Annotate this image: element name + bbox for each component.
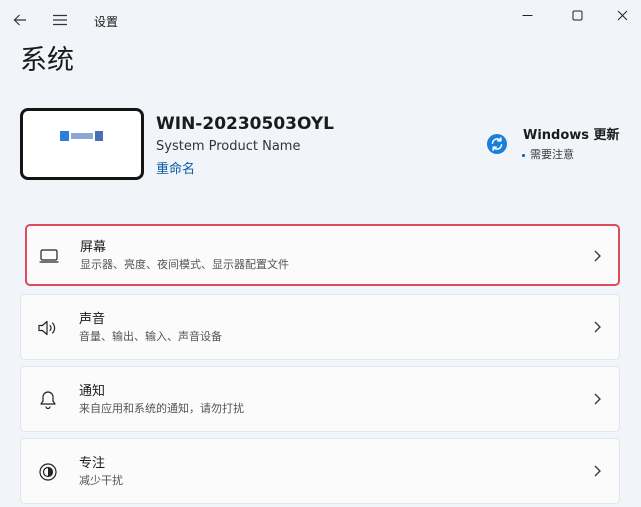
settings-item-notifications[interactable]: 通知 来自应用和系统的通知，请勿打扰 xyxy=(20,366,620,432)
hamburger-menu-icon xyxy=(53,14,67,26)
settings-item-description: 来自应用和系统的通知，请勿打扰 xyxy=(79,402,244,415)
maximize-button[interactable] xyxy=(554,0,600,30)
device-info-card: WIN-20230503OYL System Product Name 重命名 xyxy=(20,108,620,180)
settings-window: 设置 系统 WIN-20230503OYL System Product Nam… xyxy=(0,0,641,507)
status-dot xyxy=(522,153,525,157)
back-button[interactable] xyxy=(6,6,34,34)
title-bar: 设置 xyxy=(0,0,641,42)
settings-item-display[interactable]: 屏幕 显示器、亮度、夜间模式、显示器配置文件 xyxy=(25,224,620,286)
chevron-right-icon xyxy=(594,321,601,333)
page-title: 系统 xyxy=(20,45,74,76)
settings-item-title: 声音 xyxy=(79,312,106,327)
windows-update-link[interactable]: Windows 更新 xyxy=(523,124,620,143)
settings-item-title: 屏幕 xyxy=(80,240,107,255)
chevron-right-icon xyxy=(594,465,601,477)
windows-update-status: 需要注意 xyxy=(522,146,574,162)
navigation-menu-button[interactable] xyxy=(46,6,74,34)
close-icon xyxy=(617,10,628,20)
chevron-right-icon xyxy=(594,250,601,262)
back-arrow-icon xyxy=(13,14,26,26)
settings-item-sound[interactable]: 声音 音量、输出、输入、声音设备 xyxy=(20,294,620,360)
desktop-thumbnail xyxy=(20,108,144,180)
settings-item-description: 显示器、亮度、夜间模式、显示器配置文件 xyxy=(80,258,289,271)
speaker-icon xyxy=(37,317,59,339)
settings-item-description: 减少干扰 xyxy=(79,474,123,487)
minimize-button[interactable] xyxy=(504,0,550,30)
rename-link[interactable]: 重命名 xyxy=(156,158,195,177)
app-title: 设置 xyxy=(94,15,119,29)
chevron-right-icon xyxy=(594,393,601,405)
device-model: System Product Name xyxy=(156,139,301,154)
settings-item-description: 音量、输出、输入、声音设备 xyxy=(79,330,222,343)
device-name: WIN-20230503OYL xyxy=(156,114,334,134)
settings-item-title: 通知 xyxy=(79,384,106,399)
maximize-icon xyxy=(572,10,582,20)
status-text: 需要注意 xyxy=(530,148,574,161)
wallpaper-logo xyxy=(60,130,104,142)
bell-icon xyxy=(37,389,59,411)
settings-item-title: 专注 xyxy=(79,456,106,471)
focus-icon xyxy=(37,461,59,483)
monitor-icon xyxy=(38,245,60,267)
close-button[interactable] xyxy=(604,0,641,30)
sync-icon[interactable] xyxy=(487,134,507,154)
settings-item-focus[interactable]: 专注 减少干扰 xyxy=(20,438,620,504)
minimize-icon xyxy=(522,14,532,16)
